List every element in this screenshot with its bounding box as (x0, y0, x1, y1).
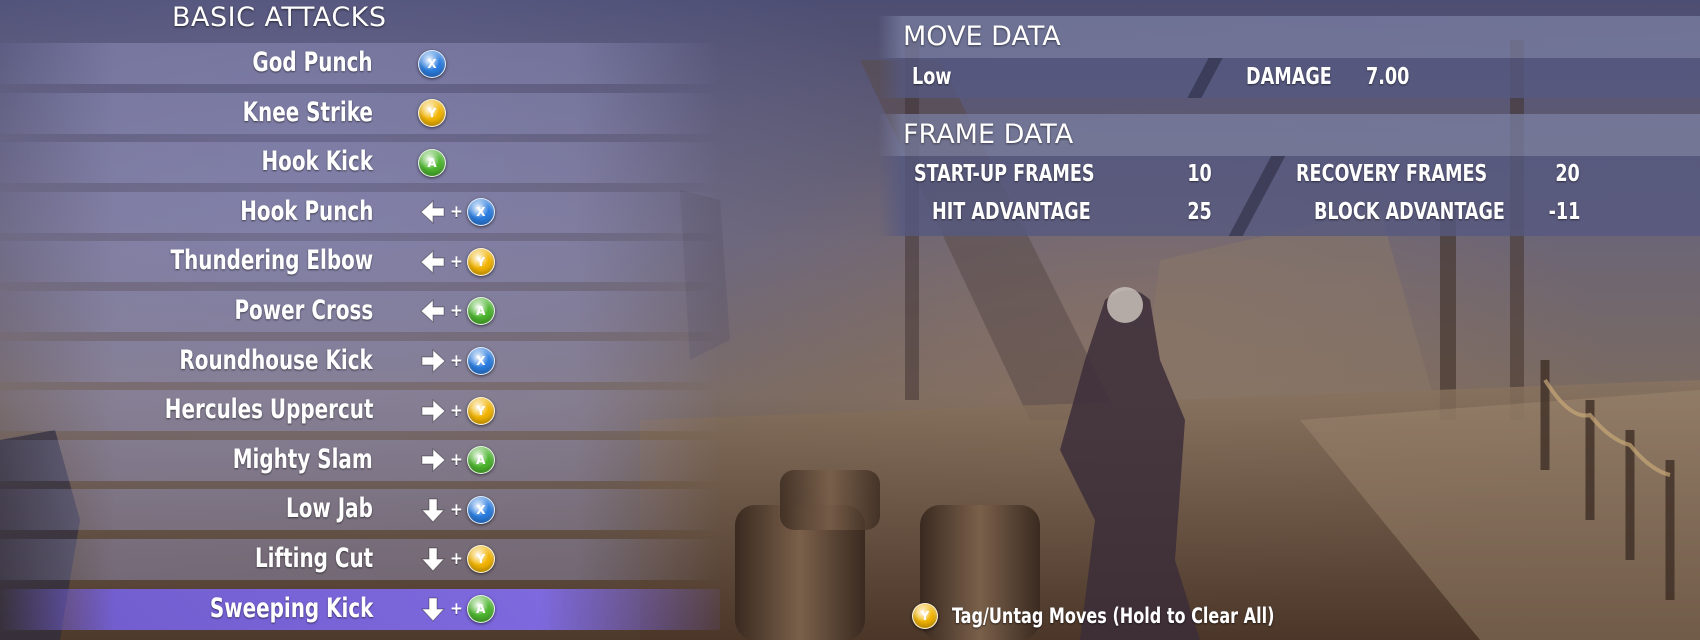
frame-data-body: START-UP FRAMES 10 HIT ADVANTAGE 25 RECO… (878, 156, 1700, 236)
attack-row[interactable]: Hook Kick A (0, 142, 720, 184)
attack-input-combo: + X (418, 345, 495, 378)
x-button-icon: X (418, 49, 446, 78)
a-button-icon: A (466, 446, 495, 475)
y-button-icon: Y (466, 247, 495, 276)
attack-input-combo: + Y (418, 543, 495, 576)
arrow-back-icon (418, 247, 448, 277)
recovery-frames-value: 20 (1555, 161, 1580, 187)
attack-row[interactable]: God Punch X (0, 43, 720, 84)
attack-name: Hercules Uppercut (164, 394, 373, 426)
attack-input-combo: + A (418, 295, 495, 328)
move-data-header: MOVE DATA (878, 16, 1700, 58)
arrow-down-icon (418, 544, 448, 574)
panel-divider (1187, 58, 1223, 98)
plus-sign: + (450, 549, 463, 570)
attack-name: Roundhouse Kick (179, 344, 373, 376)
move-data-body: Low DAMAGE 7.00 (878, 58, 1700, 98)
y-button-icon: Y (466, 396, 495, 425)
attack-row[interactable]: Lifting Cut + Y (0, 538, 720, 580)
frame-data-panel: FRAME DATA START-UP FRAMES 10 HIT ADVANT… (878, 114, 1700, 236)
attack-row[interactable]: Roundhouse Kick + X (0, 340, 720, 382)
frame-data-title: FRAME DATA (903, 119, 1074, 150)
a-button-icon: A (466, 297, 495, 326)
move-height-value: Low (912, 64, 952, 90)
plus-sign: + (450, 499, 463, 520)
attack-row[interactable]: Knee Strike Y (0, 92, 720, 134)
y-button-icon: Y (466, 545, 495, 574)
game-screen: BASIC ATTACKS God Punch X Knee Strike Y Hook… (0, 0, 1700, 640)
arrow-down-icon (418, 594, 448, 624)
damage-label: DAMAGE (1246, 64, 1332, 90)
arrow-down-icon (418, 495, 448, 525)
attack-name: Low Jab (286, 493, 373, 525)
tag-moves-hint[interactable]: Y Tag/Untag Moves (Hold to Clear All) (912, 603, 1331, 629)
tag-moves-text: Tag/Untag Moves (Hold to Clear All) (952, 604, 1275, 628)
plus-sign: + (450, 599, 463, 620)
attack-input-combo: + X (418, 493, 495, 526)
y-button-icon: Y (418, 99, 446, 128)
startup-frames-value: 10 (1187, 161, 1212, 187)
attack-name: Knee Strike (242, 96, 373, 128)
arrow-forward-icon (418, 396, 448, 426)
attack-input-combo: + Y (418, 245, 495, 278)
attack-name: Sweeping Kick (209, 592, 373, 624)
hit-advantage-value: 25 (1187, 199, 1212, 225)
attack-row[interactable]: Low Jab + X (0, 489, 720, 531)
attack-input-combo: A (418, 146, 446, 179)
attack-row[interactable]: Mighty Slam + A (0, 439, 720, 481)
attack-name: Lifting Cut (254, 542, 373, 574)
y-button-icon: Y (912, 603, 938, 629)
attack-row[interactable]: Hook Punch + X (0, 191, 720, 233)
attack-list: God Punch X Knee Strike Y Hook Kick A Hook Pun… (0, 43, 720, 638)
x-button-icon: X (466, 198, 495, 227)
arrow-forward-icon (418, 346, 448, 376)
frame-data-header: FRAME DATA (878, 114, 1700, 156)
hit-advantage-label: HIT ADVANTAGE (932, 199, 1091, 225)
move-data-panel: MOVE DATA Low DAMAGE 7.00 (878, 16, 1700, 98)
move-data-title: MOVE DATA (903, 21, 1061, 52)
arrow-forward-icon (418, 445, 448, 475)
attack-name: Hook Punch (239, 195, 373, 227)
plus-sign: + (450, 202, 463, 223)
attack-name: Thundering Elbow (170, 245, 373, 277)
block-advantage-value: -11 (1548, 199, 1580, 225)
a-button-icon: A (466, 595, 495, 624)
attack-name: Power Cross (234, 294, 373, 326)
attack-name: Mighty Slam (233, 443, 373, 475)
block-advantage-label: BLOCK ADVANTAGE (1314, 199, 1505, 225)
arrow-back-icon (418, 296, 448, 326)
attack-input-combo: + Y (418, 394, 495, 427)
attack-input-combo: Y (418, 97, 446, 130)
section-title: BASIC ATTACKS (172, 2, 387, 33)
recovery-frames-label: RECOVERY FRAMES (1296, 161, 1488, 187)
attack-row[interactable]: Hercules Uppercut + Y (0, 390, 720, 432)
plus-sign: + (450, 450, 463, 471)
plus-sign: + (450, 301, 463, 322)
attack-row[interactable]: Thundering Elbow + Y (0, 241, 720, 283)
attack-list-panel: BASIC ATTACKS God Punch X Knee Strike Y Hook… (0, 0, 720, 640)
attack-row[interactable]: Power Cross + A (0, 290, 720, 332)
attack-input-combo: + X (418, 196, 495, 229)
attack-name: God Punch (252, 47, 373, 78)
x-button-icon: X (466, 495, 495, 524)
arrow-back-icon (418, 197, 448, 227)
attack-input-combo: + A (418, 593, 495, 626)
plus-sign: + (450, 251, 463, 272)
panel-divider (1228, 156, 1286, 236)
attack-input-combo: + A (418, 444, 495, 477)
plus-sign: + (450, 351, 463, 372)
attack-name: Hook Kick (261, 146, 373, 178)
plus-sign: + (450, 400, 463, 421)
a-button-icon: A (418, 148, 446, 177)
damage-value: 7.00 (1366, 64, 1410, 90)
attack-input-combo: X (418, 47, 446, 80)
x-button-icon: X (466, 347, 495, 376)
attack-row[interactable]: Sweeping Kick + A (0, 588, 720, 630)
startup-frames-label: START-UP FRAMES (914, 161, 1095, 187)
